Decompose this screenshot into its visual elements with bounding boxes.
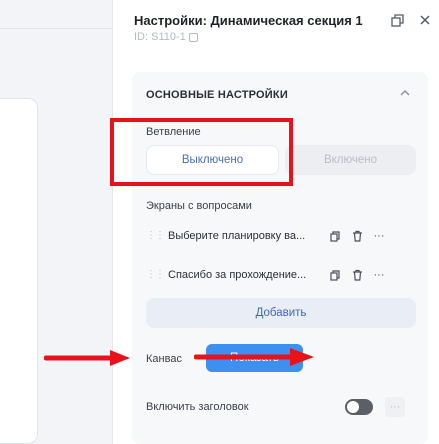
annotation-arrow-left: [44, 350, 130, 366]
settings-panel: Настройки: Динамическая секция 1 ID: S11…: [112, 0, 439, 444]
screen-list-item[interactable]: ⋮⋮ Спасибо за прохождение... ···: [146, 260, 418, 290]
copy-icon[interactable]: [328, 229, 342, 243]
panel-title: Настройки: Динамическая секция 1: [134, 13, 363, 28]
close-icon[interactable]: [417, 12, 433, 28]
canvas-label: Канвас: [146, 353, 182, 365]
panel-id: ID: S110-1: [134, 31, 198, 43]
detach-window-icon[interactable]: [389, 12, 405, 28]
screen-list-item[interactable]: ⋮⋮ Выберите планировку ва... ···: [146, 221, 418, 251]
screens-label: Экраны с вопросами: [146, 200, 252, 212]
trash-icon[interactable]: [350, 229, 364, 243]
chevron-up-icon[interactable]: [398, 86, 412, 100]
screen-item-text: Спасибо за прохождение...: [168, 269, 307, 281]
annotation-highlight-box: [110, 118, 293, 186]
annotation-arrow-right: [194, 348, 314, 366]
add-screen-button[interactable]: Добавить: [146, 298, 416, 328]
panel-header: Настройки: Динамическая секция 1 ID: S11…: [113, 0, 439, 62]
screen-item-text: Выберите планировку ва...: [168, 230, 306, 242]
show-header-label: Включить заголовок: [146, 401, 249, 413]
copy-id-icon[interactable]: [188, 32, 198, 42]
show-header-toggle[interactable]: [345, 399, 373, 415]
drag-handle-icon[interactable]: ⋮⋮: [146, 231, 165, 241]
more-options-icon[interactable]: ···: [385, 397, 405, 417]
trash-icon[interactable]: [350, 268, 364, 282]
background-divider: [0, 28, 112, 29]
copy-icon[interactable]: [328, 268, 342, 282]
drag-handle-icon[interactable]: ⋮⋮: [146, 270, 165, 280]
background-card: [0, 98, 38, 444]
more-options-icon[interactable]: ···: [372, 229, 386, 243]
branching-on-option[interactable]: Включено: [285, 145, 416, 175]
panel-id-text: ID: S110-1: [134, 31, 186, 43]
toggle-knob: [347, 401, 359, 413]
more-options-icon[interactable]: ···: [372, 268, 386, 282]
section-title: ОСНОВНЫЕ НАСТРОЙКИ: [146, 89, 288, 101]
